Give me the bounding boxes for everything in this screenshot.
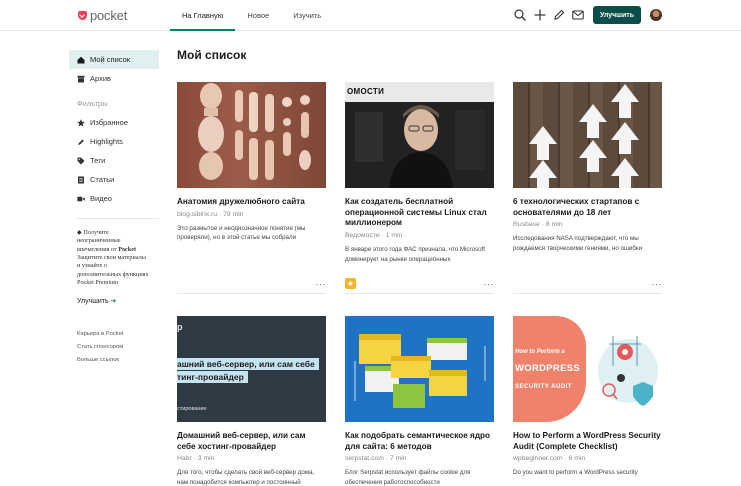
archive-icon	[77, 75, 85, 82]
sidebar-item-label: Видео	[90, 194, 112, 203]
sidebar-item-highlights[interactable]: Highlights	[69, 132, 159, 151]
sidebar-item-label: Теги	[90, 156, 106, 165]
arrows-image	[529, 84, 639, 188]
promo-text: Защитите свои материалы и узнайте о допо…	[77, 254, 149, 287]
article-meta: Ведомости · 1 min	[345, 231, 403, 239]
thumbnail-text: тинг-провайдер	[177, 371, 248, 383]
doll-parts-image	[198, 83, 311, 180]
video-icon	[77, 196, 85, 201]
thumbnail-text: стирование	[177, 406, 207, 412]
sidebar-item-articles[interactable]: Статьи	[69, 170, 159, 189]
footer-link-careers[interactable]: Карьера в Pocket	[77, 328, 159, 341]
pocket-logo-icon	[78, 11, 87, 20]
promo-text: впечатления от	[77, 245, 117, 253]
sidebar-item-videos[interactable]: Видео	[69, 189, 159, 208]
article-title[interactable]: Анатомия дружелюбного сайта	[177, 197, 326, 208]
sidebar-item-my-list[interactable]: Мой список	[69, 50, 159, 69]
thumbnail-text: ашний веб-сервер, или сам себе	[177, 358, 319, 370]
highlight-icon	[78, 139, 84, 145]
footer-link-sponsor[interactable]: Стать спонсором	[77, 341, 159, 354]
article-card: How to Perform a WORDPRESS SECURITY AUDI…	[513, 316, 662, 478]
promo-text: Получите	[83, 229, 109, 236]
sidebar-item-label: Архив	[90, 74, 112, 83]
arrow-right-icon: ➔	[110, 297, 117, 305]
page-title: Мой список	[177, 48, 247, 62]
sidebar-item-label: Мой список	[90, 55, 131, 64]
logo-text: pocket	[90, 8, 128, 23]
mail-icon[interactable]	[572, 9, 584, 21]
edit-icon[interactable]	[553, 9, 565, 21]
article-title[interactable]: How to Perform a WordPress Security Audi…	[513, 431, 662, 452]
filters-heading: Фильтры	[77, 99, 108, 108]
nav-new[interactable]: Новое	[235, 0, 281, 31]
article-meta: wpbeginner.com · 6 min	[513, 455, 586, 463]
more-options-button[interactable]: ···	[484, 280, 495, 289]
article-thumbnail[interactable]: How to Perform a WORDPRESS SECURITY AUDI…	[513, 316, 662, 422]
search-icon[interactable]	[514, 9, 526, 21]
promo-link-label: Улучшить	[77, 297, 109, 305]
article-excerpt: Do you want to perform a WordPress secur…	[513, 469, 638, 477]
sidebar-item-favorites[interactable]: Избранное	[69, 113, 159, 132]
sidebar-item-tags[interactable]: Теги	[69, 151, 159, 170]
thumbnail-text: р	[177, 322, 183, 332]
security-illustration	[598, 336, 658, 406]
diamond-icon: ◆	[77, 229, 82, 236]
article-card: 6 технологических стартапов с основателя…	[513, 82, 662, 294]
sidebar-divider	[77, 218, 159, 219]
article-excerpt: Для того, чтобы сделать свой веб-сервер …	[177, 469, 315, 486]
more-options-button[interactable]: ···	[316, 280, 327, 289]
favorite-star-icon[interactable]: ★	[345, 278, 356, 289]
article-meta: Rusbase · 8 min	[513, 221, 563, 229]
more-options-button[interactable]: ···	[652, 280, 663, 289]
article-icon	[78, 176, 84, 183]
card-actions: ···	[177, 278, 326, 294]
avatar[interactable]	[650, 9, 662, 21]
portrait-image	[345, 102, 494, 188]
nav-discover[interactable]: Изучить	[281, 0, 333, 31]
article-card: р ашний веб-сервер, или сам себе тинг-пр…	[177, 316, 326, 486]
sidebar-item-label: Статьи	[90, 175, 115, 184]
premium-promo: ◆ Получите неограниченные впечатления от…	[69, 229, 149, 306]
promo-upgrade-link[interactable]: Улучшить ➔	[77, 297, 149, 306]
sidebar-item-label: Избранное	[90, 118, 129, 127]
tag-icon	[77, 157, 85, 164]
pocket-logo[interactable]: pocket	[78, 8, 127, 23]
article-card: ОМОСТИ Как создатель бесплатной операцио…	[345, 82, 494, 294]
main-nav: На Главную Новое Изучить	[170, 0, 333, 31]
sidebar-item-archive[interactable]: Архив	[69, 69, 159, 88]
article-meta: Habr · 3 min	[177, 455, 215, 463]
article-meta: blog.sibirix.ru · 79 min	[177, 210, 244, 218]
article-meta: serpstat.com · 7 min	[345, 455, 407, 463]
top-bar: pocket На Главную Новое Изучить Улучшить	[0, 0, 741, 31]
star-icon	[77, 118, 85, 127]
home-icon	[77, 56, 85, 63]
add-icon[interactable]	[534, 9, 546, 21]
article-title[interactable]: Как подобрать семантическое ядро для сай…	[345, 431, 494, 452]
article-excerpt: В январе этого года ФАС признала, что Mi…	[345, 245, 486, 263]
article-excerpt: Блог Serpstat использует файлы cookie дл…	[345, 469, 471, 486]
article-card: Анатомия дружелюбного сайта blog.sibirix…	[177, 82, 326, 294]
article-thumbnail[interactable]	[345, 316, 494, 422]
article-card: Как подобрать семантическое ядро для сай…	[345, 316, 494, 486]
sidebar: Мой список Архив Фильтры Избранное Highl…	[69, 50, 159, 367]
nav-home[interactable]: На Главную	[170, 0, 236, 31]
card-actions: ★ ···	[345, 278, 494, 294]
article-thumbnail[interactable]	[513, 82, 662, 188]
article-thumbnail[interactable]	[177, 82, 326, 188]
footer-link-more[interactable]: Больше ссылок	[77, 354, 159, 367]
article-title[interactable]: Как создатель бесплатной операционной си…	[345, 197, 494, 229]
cards-illustration	[354, 334, 486, 408]
card-actions: ···	[513, 278, 662, 294]
article-thumbnail[interactable]: ОМОСТИ	[345, 82, 494, 188]
promo-text: неограниченные	[77, 237, 121, 245]
article-title[interactable]: 6 технологических стартапов с основателя…	[513, 197, 662, 218]
article-excerpt: Это размытое и неоднозначное понятие (мы…	[177, 224, 306, 242]
article-thumbnail[interactable]: р ашний веб-сервер, или сам себе тинг-пр…	[177, 316, 326, 422]
article-title[interactable]: Домашний веб-сервер, или сам себе хостин…	[177, 431, 326, 452]
article-excerpt: Исследования NASA подтверждают, что мы р…	[513, 235, 643, 252]
promo-brand: Pocket	[118, 245, 137, 253]
sidebar-item-label: Highlights	[90, 137, 123, 146]
upgrade-button[interactable]: Улучшить	[593, 6, 641, 24]
sidebar-footer: Карьера в Pocket Стать спонсором Больше …	[69, 328, 159, 367]
